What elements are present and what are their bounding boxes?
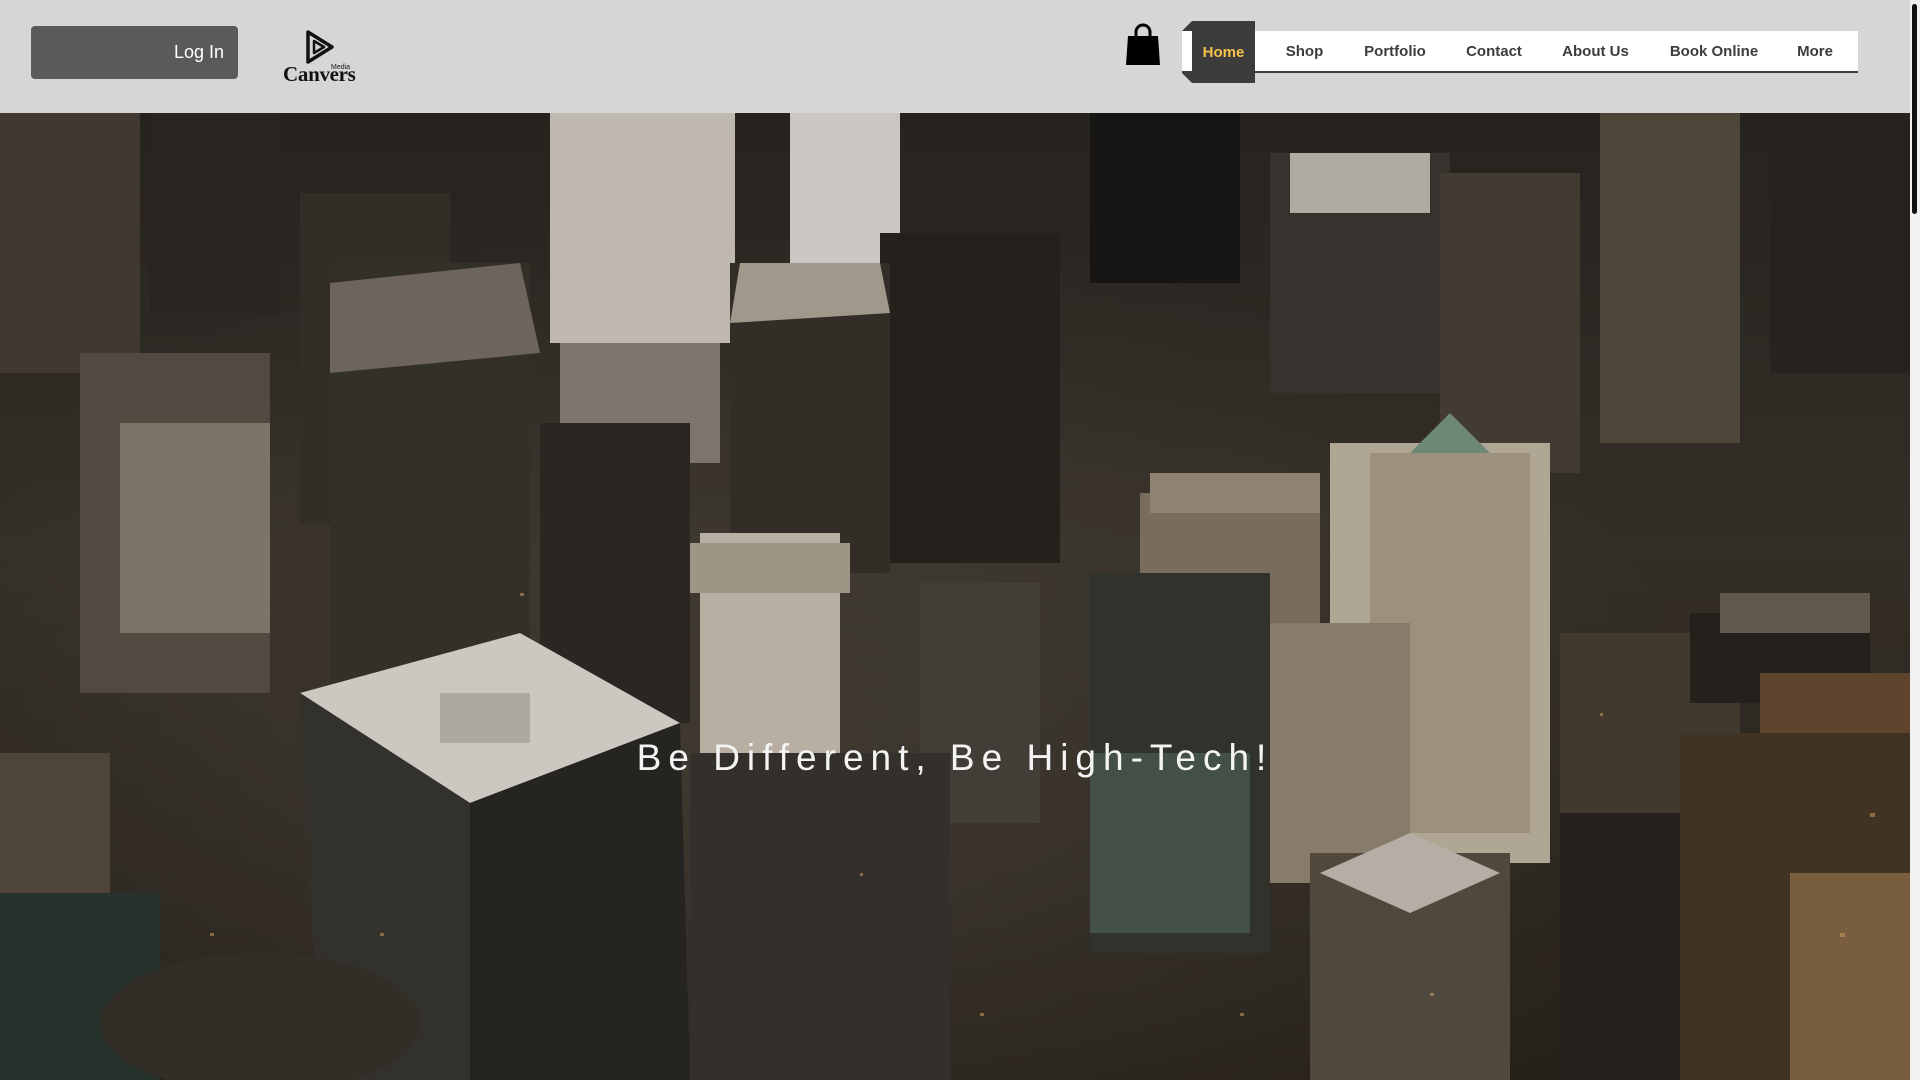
nav-item-portfolio[interactable]: Portfolio [1350, 31, 1440, 71]
login-button[interactable]: Log In [31, 26, 238, 79]
logo-wordmark: Canvers [283, 62, 356, 86]
page-scrollbar[interactable] [1910, 0, 1920, 1080]
hero-section: Be Different, Be High-Tech! [0, 113, 1910, 1080]
nav-active-flap [1182, 73, 1192, 83]
site-logo[interactable]: Media Canvers [278, 24, 358, 86]
page: Log In Media Canvers Home Shop Portfolio… [0, 0, 1910, 1080]
nav-item-shop[interactable]: Shop [1267, 31, 1342, 71]
nav-active-flap [1182, 21, 1192, 31]
nav-item-about-us[interactable]: About Us [1548, 31, 1643, 71]
nav-item-more[interactable]: More [1785, 31, 1845, 71]
hero-title: Be Different, Be High-Tech! [636, 737, 1274, 778]
nav-item-contact[interactable]: Contact [1453, 31, 1535, 71]
site-header: Log In Media Canvers Home Shop Portfolio… [0, 0, 1910, 113]
shopping-bag-icon[interactable] [1125, 23, 1161, 66]
main-nav: Home Shop Portfolio Contact About Us Boo… [1182, 21, 1858, 84]
nav-item-book-online[interactable]: Book Online [1659, 31, 1769, 71]
scrollbar-thumb[interactable] [1912, 4, 1917, 214]
play-logo-icon [306, 30, 334, 64]
nav-item-home[interactable]: Home [1192, 21, 1255, 83]
hero-background-image [0, 113, 1910, 1080]
